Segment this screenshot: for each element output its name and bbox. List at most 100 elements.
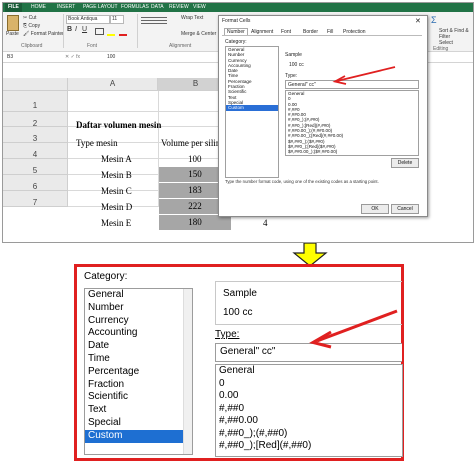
copy-button[interactable]: ⎘ Copy	[23, 23, 40, 29]
corner-cell[interactable]	[3, 78, 68, 91]
row-header[interactable]: 1	[3, 91, 68, 112]
borders-icon[interactable]	[95, 28, 104, 35]
fill-color-icon[interactable]	[107, 34, 115, 36]
ribbon-divider	[137, 14, 138, 48]
zoom-format-item[interactable]: #,##0_);(#,##0)	[216, 428, 402, 441]
ok-button[interactable]: OK	[361, 204, 389, 214]
zoom-format-item[interactable]: 0.00	[216, 390, 402, 403]
row-header[interactable]: 3	[3, 127, 68, 143]
align-buttons[interactable]	[141, 16, 167, 30]
italic-button[interactable]: I	[75, 26, 77, 33]
tab-divider	[222, 35, 422, 36]
underline-button[interactable]: U	[82, 26, 87, 33]
dialog-title: Format Cells	[222, 18, 251, 24]
table-title[interactable]: Daftar volumen mesin	[76, 120, 161, 130]
tab-data[interactable]: DATA	[151, 3, 164, 12]
zoom-category-item[interactable]: Special	[85, 417, 192, 430]
zoom-format-item[interactable]: 0	[216, 378, 402, 391]
paste-button[interactable]: Paste	[6, 31, 19, 37]
zoom-category-item[interactable]: Currency	[85, 315, 192, 328]
tab-home[interactable]: HOME	[31, 3, 46, 12]
tab-formulas[interactable]: FORMULAS	[121, 3, 149, 12]
delete-button[interactable]: Delete	[391, 158, 419, 168]
gridline	[68, 158, 228, 159]
gridline	[68, 111, 228, 112]
ribbon-divider	[63, 14, 64, 48]
font-size-select[interactable]: 11	[110, 15, 124, 24]
zoom-category-item[interactable]: Text	[85, 404, 192, 417]
zoom-category-item[interactable]: General	[85, 289, 192, 302]
wrap-text-button[interactable]: Wrap Text	[181, 15, 203, 21]
zoom-category-item[interactable]: Scientific	[85, 391, 192, 404]
zoom-format-item[interactable]: #,##0_);[Red](#,##0)	[216, 440, 402, 453]
cell-b7[interactable]: 180	[159, 215, 231, 230]
zoom-category-list[interactable]: General Number Currency Accounting Date …	[84, 288, 193, 455]
format-painter-button[interactable]: 🖌 Format Painter	[23, 31, 64, 37]
red-arrow-icon	[332, 66, 396, 85]
zoomed-format-panel: Category: General Number Currency Accoun…	[74, 264, 404, 461]
header-volume[interactable]: Volume per silin	[161, 138, 220, 148]
row-header[interactable]: 7	[3, 191, 68, 207]
zoom-category-scrollbar[interactable]	[183, 289, 192, 454]
format-list[interactable]: General 0 0.00 #,##0 #,##0.00 #,##0_);(#…	[285, 90, 419, 156]
category-item-selected[interactable]: Custom	[226, 105, 278, 111]
name-box[interactable]: B3	[7, 54, 13, 60]
tab-file[interactable]: FILE	[5, 3, 22, 12]
copy-icon: ⎘	[23, 23, 28, 29]
format-cells-dialog: Format Cells ✕ Number Alignment Font Bor…	[218, 15, 428, 217]
zoom-red-arrow-icon	[309, 309, 398, 349]
row-header[interactable]: 6	[3, 175, 68, 191]
formula-input[interactable]: 100	[107, 54, 115, 60]
zoom-category-item-selected[interactable]: Custom	[85, 429, 192, 443]
zoom-category-item[interactable]: Date	[85, 340, 192, 353]
tab-view[interactable]: VIEW	[193, 3, 206, 12]
font-color-icon[interactable]	[119, 34, 127, 36]
category-label: Category:	[225, 39, 247, 45]
fx-icon: ✕ ✓ fx	[65, 54, 81, 60]
cell-a6[interactable]: Mesin D	[101, 202, 132, 212]
zoom-category-item[interactable]: Time	[85, 353, 192, 366]
bold-button[interactable]: B	[67, 26, 72, 33]
zoom-format-item[interactable]: #,##0.00	[216, 415, 402, 428]
zoom-category-item[interactable]: Fraction	[85, 379, 192, 392]
tab-review[interactable]: REVIEW	[169, 3, 189, 12]
cell-a5[interactable]: Mesin C	[101, 186, 132, 196]
category-list[interactable]: General Number Currency Accounting Date …	[225, 46, 279, 178]
scissors-icon: ✂	[23, 15, 28, 21]
zoom-sample-value: 100 cc	[223, 307, 253, 318]
zoom-format-item[interactable]: General	[216, 365, 402, 378]
header-type-mesin[interactable]: Type mesin	[76, 138, 118, 148]
zoom-category-item[interactable]: Percentage	[85, 366, 192, 379]
sample-label: Sample	[285, 52, 302, 58]
excel-screenshot: FILE HOME INSERT PAGE LAYOUT FORMULAS DA…	[2, 2, 474, 243]
tab-page-layout[interactable]: PAGE LAYOUT	[83, 3, 118, 12]
paste-icon[interactable]	[7, 15, 19, 31]
row-header[interactable]: 4	[3, 143, 68, 159]
font-name-select[interactable]: Book Antiqua	[66, 15, 110, 24]
row-header[interactable]: 2	[3, 112, 68, 128]
zoom-category-item[interactable]: Number	[85, 302, 192, 315]
cell-a4[interactable]: Mesin B	[101, 170, 132, 180]
tab-number[interactable]: Number	[224, 28, 248, 35]
zoom-category-item[interactable]: Accounting	[85, 327, 192, 340]
cell-a7[interactable]: Mesin E	[101, 218, 131, 228]
cell-c7[interactable]: 4	[263, 218, 268, 228]
zoom-format-item[interactable]: #,##0	[216, 403, 402, 416]
close-icon[interactable]: ✕	[415, 17, 421, 25]
zoom-category-label: Category:	[84, 271, 128, 282]
column-header-a[interactable]: A	[68, 78, 158, 91]
alignment-group-label: Alignment	[169, 43, 192, 49]
brush-icon: 🖌	[23, 31, 30, 37]
cell-b3[interactable]: 100	[188, 154, 202, 164]
type-label: Type:	[285, 73, 298, 79]
zoom-format-list[interactable]: General 0 0.00 #,##0 #,##0.00 #,##0_);(#…	[215, 364, 403, 457]
row-header[interactable]: 5	[3, 159, 68, 175]
cut-button[interactable]: ✂ Cut	[23, 15, 36, 21]
font-group-label: Font	[87, 43, 98, 49]
tab-insert[interactable]: INSERT	[57, 3, 75, 12]
merge-center-button[interactable]: Merge & Center	[181, 31, 216, 37]
cell-a3[interactable]: Mesin A	[101, 154, 132, 164]
format-item[interactable]: $#,##0.00_);($#,##0.00)	[286, 149, 418, 154]
autosum-icon[interactable]: Σ	[431, 15, 437, 25]
cancel-button[interactable]: Cancel	[391, 204, 419, 214]
